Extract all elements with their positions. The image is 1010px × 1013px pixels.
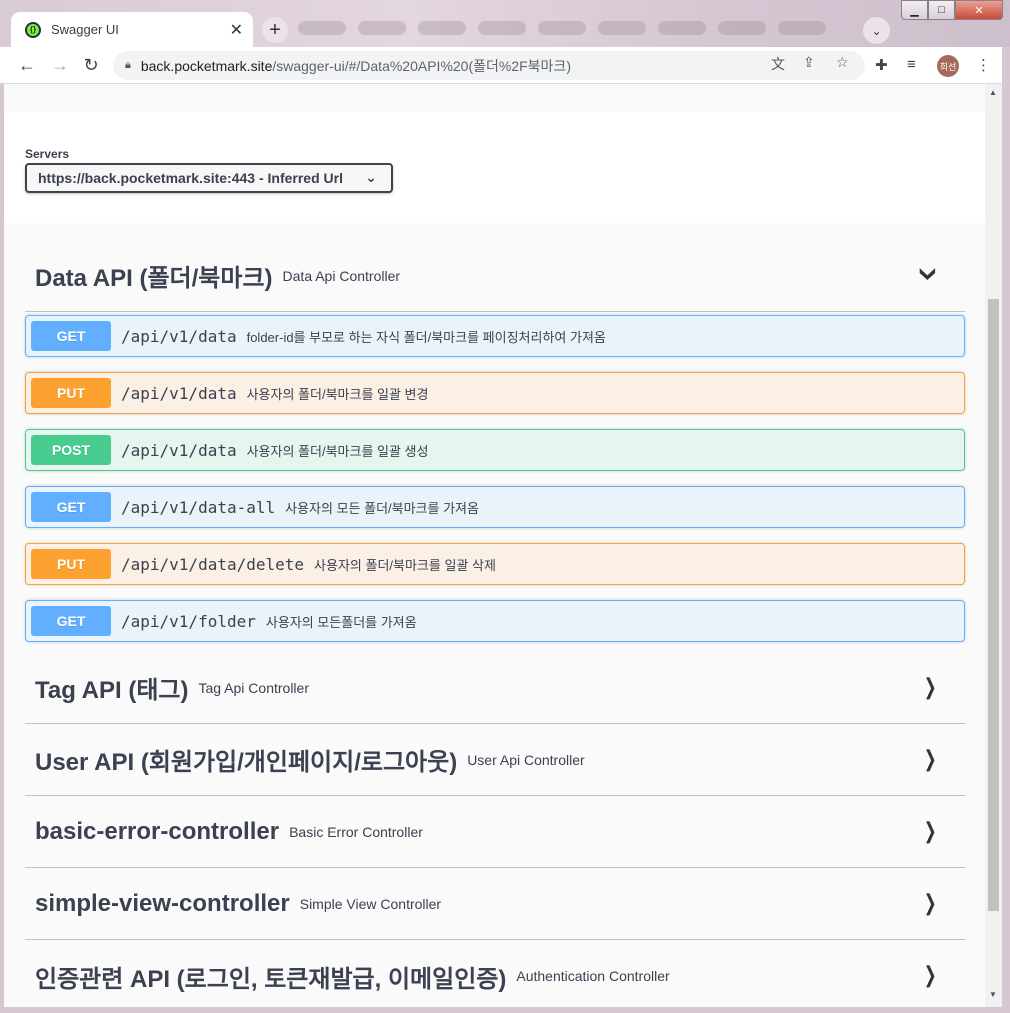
- media-icon[interactable]: ≡: [907, 56, 916, 73]
- method-badge: PUT: [31, 378, 111, 408]
- chevron-right-icon[interactable]: ❯: [923, 890, 936, 916]
- method-badge: GET: [31, 321, 111, 351]
- operation-post-data[interactable]: POST /api/v1/data 사용자의 폴더/북마크를 일괄 생성: [25, 429, 965, 471]
- tab-strip: {} Swagger UI ✕ + ⌄ ▁ □ ✕: [0, 0, 1010, 47]
- operation-summary: 사용자의 폴더/북마크를 일괄 생성: [246, 443, 429, 459]
- operation-get-data[interactable]: GET /api/v1/data folder-id를 부모로 하는 자식 폴더…: [25, 315, 965, 357]
- operation-path: /api/v1/folder: [121, 611, 256, 631]
- lock-icon[interactable]: 🔒︎: [125, 59, 131, 72]
- method-badge: GET: [31, 606, 111, 636]
- background-tab[interactable]: [598, 21, 646, 35]
- background-tabs: [298, 18, 858, 38]
- scroll-down-icon[interactable]: ▼: [989, 990, 997, 999]
- background-tab[interactable]: [538, 21, 586, 35]
- operation-put-data[interactable]: PUT /api/v1/data 사용자의 폴더/북마크를 일괄 변경: [25, 372, 965, 414]
- window-frame-bottom: [0, 1007, 1010, 1013]
- tag-header-simple-view-controller[interactable]: simple-view-controller Simple View Contr…: [25, 868, 965, 940]
- servers-select[interactable]: https://back.pocketmark.site:443 - Infer…: [25, 163, 393, 193]
- method-badge: GET: [31, 492, 111, 522]
- chevron-right-icon[interactable]: ❯: [923, 746, 936, 772]
- servers-selected-value: https://back.pocketmark.site:443 - Infer…: [38, 170, 343, 186]
- background-tab[interactable]: [718, 21, 766, 35]
- chevron-down-icon[interactable]: ❯: [919, 265, 937, 283]
- method-badge: PUT: [31, 549, 111, 579]
- minimize-window-button[interactable]: ▁: [901, 0, 928, 20]
- operation-put-data-delete[interactable]: PUT /api/v1/data/delete 사용자의 폴더/북마크를 일괄 …: [25, 543, 965, 585]
- tag-header-user-api[interactable]: User API (회원가입/개인페이지/로그아웃) User Api Cont…: [25, 724, 965, 796]
- star-icon[interactable]: ☆: [836, 54, 849, 71]
- tag-description: Tag Api Controller: [198, 679, 309, 696]
- operation-path: /api/v1/data/delete: [121, 554, 305, 574]
- share-icon[interactable]: ⇪: [803, 54, 815, 71]
- background-tab[interactable]: [478, 21, 526, 35]
- url-text: back.pocketmark.site/swagger-ui/#/Data%2…: [141, 56, 571, 76]
- tag-header-auth-api[interactable]: 인증관련 API (로그인, 토큰재발급, 이메일인증) Authenticat…: [25, 940, 965, 1007]
- tag-title: Tag API (태그): [35, 677, 189, 704]
- swagger-favicon-icon: {}: [25, 21, 41, 38]
- operation-path: /api/v1/data-all: [121, 497, 276, 517]
- tag-title: 인증관련 API (로그인, 토큰재발급, 이메일인증): [35, 965, 507, 993]
- tag-description: Data Api Controller: [282, 267, 401, 284]
- browser-toolbar: ← → ↻ 🔒︎ back.pocketmark.site/swagger-ui…: [0, 47, 1010, 84]
- menu-icon[interactable]: ⋮: [976, 56, 991, 74]
- operation-get-data-all[interactable]: GET /api/v1/data-all 사용자의 모든 폴더/북마크를 가져옴: [25, 486, 965, 528]
- top-band: [4, 84, 985, 111]
- method-badge: POST: [31, 435, 111, 465]
- url-path: /swagger-ui/#/Data%20API%20(폴더%2F북마크): [272, 57, 571, 74]
- servers-label: Servers: [25, 147, 70, 161]
- scrollbar-thumb[interactable]: [988, 299, 999, 911]
- tag-description: Basic Error Controller: [289, 823, 423, 840]
- window-frame-right: [1002, 47, 1010, 1013]
- tag-title: User API (회원가입/개인페이지/로그아웃): [35, 749, 458, 776]
- background-tab[interactable]: [358, 21, 406, 35]
- extensions-icon[interactable]: ✚: [875, 56, 888, 74]
- background-tab[interactable]: [298, 21, 346, 35]
- operation-summary: 사용자의 폴더/북마크를 일괄 삭제: [314, 557, 496, 573]
- browser-tab-swagger[interactable]: {} Swagger UI ✕: [11, 12, 253, 47]
- tag-title: simple-view-controller: [35, 889, 290, 917]
- background-tab[interactable]: [778, 21, 826, 35]
- address-bar[interactable]: 🔒︎ back.pocketmark.site/swagger-ui/#/Dat…: [113, 51, 865, 80]
- maximize-window-button[interactable]: □: [928, 0, 955, 20]
- operation-path: /api/v1/data: [121, 326, 237, 346]
- chevron-right-icon[interactable]: ❯: [923, 674, 936, 700]
- new-tab-button[interactable]: +: [262, 17, 288, 43]
- forward-arrow-icon[interactable]: →: [48, 53, 72, 77]
- chevron-down-icon: ⌄: [365, 169, 377, 185]
- tag-header-tag-api[interactable]: Tag API (태그) Tag Api Controller ❯: [25, 652, 965, 724]
- operation-path: /api/v1/data: [121, 440, 237, 460]
- swagger-page: Servers https://back.pocketmark.site:443…: [4, 84, 985, 1007]
- tab-title: Swagger UI: [51, 22, 119, 37]
- tab-close-icon[interactable]: ✕: [230, 20, 243, 40]
- url-host: back.pocketmark.site: [140, 57, 273, 74]
- operation-summary: 사용자의 모든 폴더/북마크를 가져옴: [285, 500, 479, 516]
- avatar[interactable]: 희선: [937, 55, 959, 77]
- scroll-up-icon[interactable]: ▲: [989, 88, 997, 97]
- operation-path: /api/v1/data: [121, 383, 237, 403]
- operation-summary: 사용자의 폴더/북마크를 일괄 변경: [246, 386, 429, 402]
- page-scrollbar[interactable]: ▲ ▼: [985, 84, 1002, 1007]
- back-arrow-icon[interactable]: ←: [15, 53, 39, 77]
- close-window-button[interactable]: ✕: [955, 0, 1003, 20]
- tag-description: User Api Controller: [467, 751, 585, 768]
- operations-wrapper: Data API (폴더/북마크) Data Api Controller ❯ …: [4, 223, 985, 1007]
- translate-icon[interactable]: ⽂: [771, 54, 785, 74]
- tab-search-chevron-down-icon[interactable]: ⌄: [863, 17, 890, 44]
- tag-description: Simple View Controller: [299, 895, 442, 912]
- tag-header-data-api[interactable]: Data API (폴더/북마크) Data Api Controller ❯: [25, 240, 965, 312]
- chevron-right-icon[interactable]: ❯: [923, 818, 936, 844]
- reload-icon[interactable]: ↻: [79, 53, 103, 77]
- tag-title: basic-error-controller: [35, 817, 280, 845]
- chevron-right-icon[interactable]: ❯: [923, 962, 936, 988]
- background-tab[interactable]: [418, 21, 466, 35]
- operation-summary: 사용자의 모든폴더를 가져옴: [265, 614, 417, 630]
- background-tab[interactable]: [658, 21, 706, 35]
- tag-header-basic-error-controller[interactable]: basic-error-controller Basic Error Contr…: [25, 796, 965, 868]
- tag-description: Authentication Controller: [516, 968, 670, 984]
- tag-title: Data API (폴더/북마크): [35, 265, 273, 292]
- operation-summary: folder-id를 부모로 하는 자식 폴더/북마크를 페이징처리하여 가져옴: [246, 329, 606, 345]
- operation-get-folder[interactable]: GET /api/v1/folder 사용자의 모든폴더를 가져옴: [25, 600, 965, 642]
